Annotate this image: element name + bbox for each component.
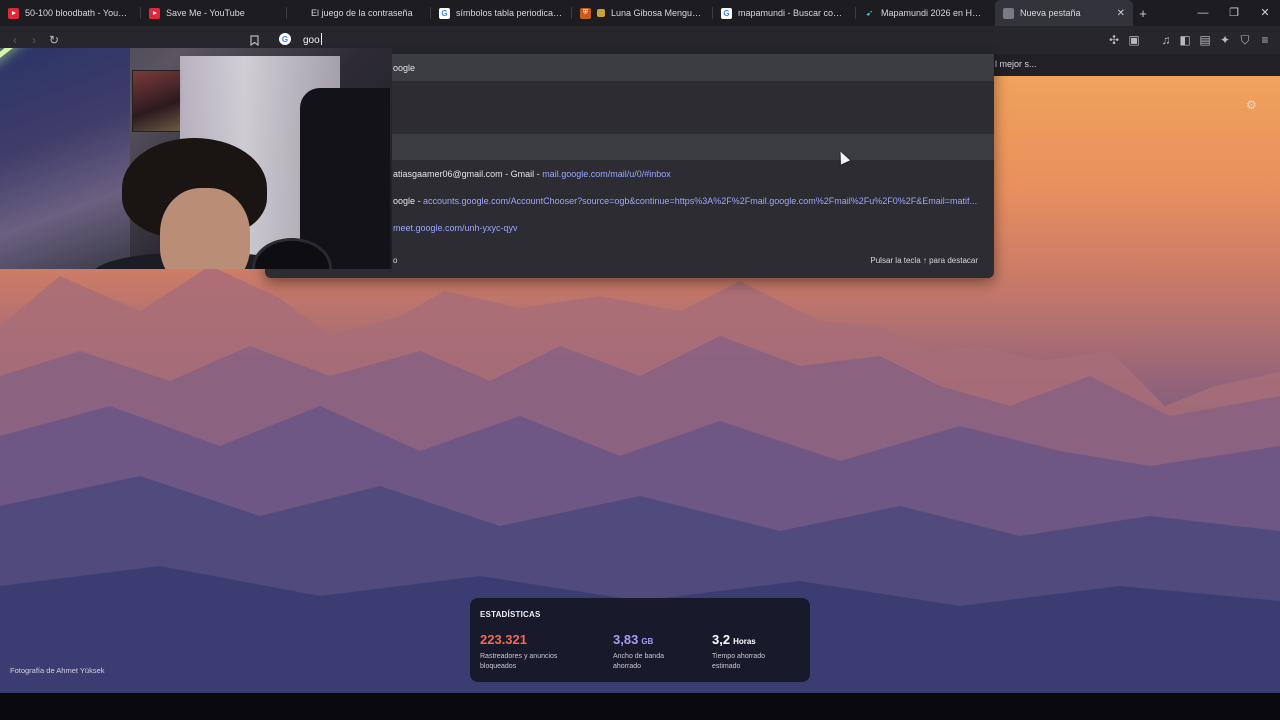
stats-card: ESTADÍSTICAS 223.321 Rastreadores y anun… bbox=[470, 598, 810, 682]
stats-title: ESTADÍSTICAS bbox=[480, 610, 541, 619]
map-icon: ➹ bbox=[865, 7, 874, 18]
tab-mapamundi-hd[interactable]: ➹ Mapamundi 2026 en HD para bbox=[856, 0, 995, 26]
text-caret bbox=[321, 33, 322, 45]
webcam-person-face bbox=[160, 188, 250, 269]
youtube-icon bbox=[8, 7, 19, 19]
tab-simbolos-tabla[interactable]: G símbolos tabla periodica - Bus bbox=[431, 0, 571, 26]
forward-icon[interactable]: › bbox=[25, 31, 43, 49]
tab-luna-gibosa[interactable]: ⛨ Luna Gibosa Menguante E bbox=[572, 0, 712, 26]
tab-strip: 50-100 bloodbath - YouTube Save Me - You… bbox=[0, 0, 1280, 26]
time-stat: 3,2 Horas Tiempo ahorrado estimado bbox=[712, 631, 782, 672]
dropdown-footer-left: o bbox=[393, 256, 398, 265]
suggestion-title: oogle - bbox=[393, 196, 424, 206]
time-unit: Horas bbox=[733, 637, 756, 646]
webcam-poster bbox=[132, 70, 182, 132]
reload-icon[interactable]: ↻ bbox=[45, 31, 63, 49]
bookmark-item[interactable]: l mejor s... bbox=[995, 59, 1037, 69]
tab-nueva-pestana[interactable]: Nueva pestaña ✕ bbox=[995, 0, 1133, 26]
bandwidth-unit: GB bbox=[641, 637, 654, 646]
tab-title: Luna Gibosa Menguante E bbox=[611, 8, 704, 18]
tab-youtube-save-me[interactable]: Save Me - YouTube bbox=[141, 0, 286, 26]
tab-title: Save Me - YouTube bbox=[166, 8, 245, 18]
keyboard-hint: Pulsar la tecla ↑ para destacar bbox=[870, 256, 978, 265]
photo-credit[interactable]: Fotografía de Ahmet Yüksek bbox=[10, 666, 105, 675]
music-icon[interactable]: ♫ bbox=[1157, 31, 1175, 49]
address-bar-input[interactable] bbox=[303, 33, 603, 47]
youtube-icon bbox=[149, 7, 160, 19]
tab-juego-contrasena[interactable]: El juego de la contraseña bbox=[287, 0, 430, 26]
tab-title: Mapamundi 2026 en HD para bbox=[881, 8, 987, 18]
suggestion-text: oogle bbox=[393, 63, 416, 73]
webcam-overlay bbox=[0, 48, 392, 269]
webcam-background bbox=[0, 48, 130, 269]
trackers-stat: 223.321 Rastreadores y anuncios bloquead… bbox=[480, 631, 570, 672]
brave-shield-icon bbox=[1003, 7, 1014, 19]
bookmark-icon[interactable] bbox=[245, 31, 263, 49]
close-window-button[interactable]: ✕ bbox=[1249, 0, 1280, 26]
bandwidth-label: Ancho de banda ahorrado bbox=[613, 653, 664, 670]
tab-title: Nueva pestaña bbox=[1020, 8, 1081, 18]
google-search-engine-icon: G bbox=[279, 33, 291, 45]
shield-icon: ⛨ bbox=[580, 7, 591, 19]
time-value: 3,2 bbox=[712, 632, 731, 647]
tab-title: El juego de la contraseña bbox=[311, 8, 413, 18]
google-icon: G bbox=[721, 7, 732, 19]
bandwidth-value: 3,83 bbox=[613, 632, 639, 647]
tab-youtube-bloodbath[interactable]: 50-100 bloodbath - YouTube bbox=[0, 0, 140, 26]
bandwidth-stat: 3,83 GB Ancho de banda ahorrado bbox=[613, 631, 683, 672]
gear-icon[interactable]: ⚙ bbox=[1246, 98, 1257, 112]
time-label: Tiempo ahorrado estimado bbox=[712, 653, 766, 670]
minimize-button[interactable]: — bbox=[1187, 0, 1219, 26]
trackers-value: 223.321 bbox=[480, 632, 527, 647]
back-icon[interactable]: ‹ bbox=[6, 31, 24, 49]
suggestion-url: meet.google.com/unh-yxyc-qyv bbox=[393, 223, 518, 233]
restore-button[interactable]: ❐ bbox=[1218, 0, 1250, 26]
tab-close-icon[interactable]: ✕ bbox=[1111, 8, 1125, 19]
suggestion-url: accounts.google.com/AccountChooser?sourc… bbox=[423, 196, 978, 206]
new-tab-button[interactable]: + bbox=[1133, 6, 1153, 21]
vpn-shield-icon[interactable]: ⛉ bbox=[1236, 31, 1254, 49]
leo-ai-icon[interactable]: ✦ bbox=[1216, 31, 1234, 49]
tab-mapamundi-search[interactable]: G mapamundi - Buscar con Goog bbox=[713, 0, 855, 26]
tab-title: símbolos tabla periodica - Bus bbox=[456, 8, 563, 18]
screenshot-icon[interactable]: ▣ bbox=[1125, 31, 1143, 49]
moon-icon bbox=[597, 9, 605, 17]
suggestion-title: atiasgaamer06@gmail.com - Gmail - bbox=[393, 169, 543, 179]
taskbar-strip bbox=[0, 693, 1280, 720]
menu-icon[interactable]: ≡ bbox=[1256, 31, 1274, 49]
wallet-icon[interactable]: ▤ bbox=[1196, 31, 1214, 49]
google-icon: G bbox=[439, 7, 450, 19]
trackers-label: Rastreadores y anuncios bloqueados bbox=[480, 653, 558, 670]
sidebar-icon[interactable]: ◧ bbox=[1176, 31, 1194, 49]
tab-title: mapamundi - Buscar con Goog bbox=[738, 8, 847, 18]
tab-title: 50-100 bloodbath - YouTube bbox=[25, 8, 132, 18]
suggestion-url: mail.google.com/mail/u/0/#inbox bbox=[542, 169, 671, 179]
extensions-icon[interactable]: ✣ bbox=[1105, 31, 1123, 49]
